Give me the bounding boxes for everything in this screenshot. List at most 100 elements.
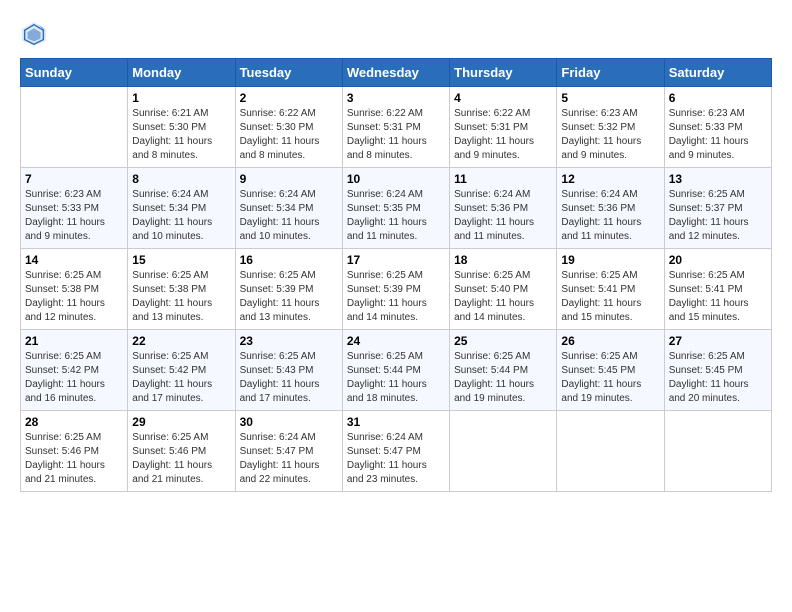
sunrise: Sunrise: 6:25 AM xyxy=(561,350,659,364)
calendar-cell xyxy=(450,411,557,492)
day-number: 18 xyxy=(454,253,552,267)
daylight: Daylight: 11 hours and 9 minutes. xyxy=(454,135,552,163)
sunrise: Sunrise: 6:23 AM xyxy=(25,188,123,202)
daylight: Daylight: 11 hours and 8 minutes. xyxy=(132,135,230,163)
day-number: 30 xyxy=(240,415,338,429)
day-info: Sunrise: 6:25 AM Sunset: 5:46 PM Dayligh… xyxy=(132,431,230,487)
calendar-cell: 17 Sunrise: 6:25 AM Sunset: 5:39 PM Dayl… xyxy=(342,249,449,330)
day-info: Sunrise: 6:24 AM Sunset: 5:36 PM Dayligh… xyxy=(454,188,552,244)
day-number: 11 xyxy=(454,172,552,186)
day-number: 25 xyxy=(454,334,552,348)
day-info: Sunrise: 6:24 AM Sunset: 5:35 PM Dayligh… xyxy=(347,188,445,244)
sunrise: Sunrise: 6:25 AM xyxy=(25,350,123,364)
sunrise: Sunrise: 6:25 AM xyxy=(25,269,123,283)
sunrise: Sunrise: 6:24 AM xyxy=(132,188,230,202)
logo-icon xyxy=(20,20,48,48)
sunrise: Sunrise: 6:25 AM xyxy=(240,350,338,364)
day-info: Sunrise: 6:25 AM Sunset: 5:39 PM Dayligh… xyxy=(240,269,338,325)
daylight: Daylight: 11 hours and 13 minutes. xyxy=(132,297,230,325)
sunset: Sunset: 5:35 PM xyxy=(347,202,445,216)
sunrise: Sunrise: 6:24 AM xyxy=(240,188,338,202)
day-number: 10 xyxy=(347,172,445,186)
calendar-cell xyxy=(21,87,128,168)
sunrise: Sunrise: 6:25 AM xyxy=(132,269,230,283)
sunrise: Sunrise: 6:25 AM xyxy=(669,269,767,283)
day-info: Sunrise: 6:21 AM Sunset: 5:30 PM Dayligh… xyxy=(132,107,230,163)
daylight: Daylight: 11 hours and 12 minutes. xyxy=(669,216,767,244)
calendar-week-row: 1 Sunrise: 6:21 AM Sunset: 5:30 PM Dayli… xyxy=(21,87,772,168)
sunset: Sunset: 5:45 PM xyxy=(561,364,659,378)
sunrise: Sunrise: 6:23 AM xyxy=(561,107,659,121)
sunset: Sunset: 5:47 PM xyxy=(347,445,445,459)
calendar-cell: 20 Sunrise: 6:25 AM Sunset: 5:41 PM Dayl… xyxy=(664,249,771,330)
day-number: 27 xyxy=(669,334,767,348)
day-info: Sunrise: 6:23 AM Sunset: 5:33 PM Dayligh… xyxy=(669,107,767,163)
sunrise: Sunrise: 6:25 AM xyxy=(132,431,230,445)
daylight: Daylight: 11 hours and 23 minutes. xyxy=(347,459,445,487)
sunset: Sunset: 5:46 PM xyxy=(25,445,123,459)
day-number: 29 xyxy=(132,415,230,429)
sunset: Sunset: 5:36 PM xyxy=(454,202,552,216)
day-info: Sunrise: 6:25 AM Sunset: 5:43 PM Dayligh… xyxy=(240,350,338,406)
sunset: Sunset: 5:30 PM xyxy=(132,121,230,135)
sunset: Sunset: 5:30 PM xyxy=(240,121,338,135)
day-info: Sunrise: 6:24 AM Sunset: 5:47 PM Dayligh… xyxy=(347,431,445,487)
calendar-cell: 13 Sunrise: 6:25 AM Sunset: 5:37 PM Dayl… xyxy=(664,168,771,249)
calendar-table: SundayMondayTuesdayWednesdayThursdayFrid… xyxy=(20,58,772,492)
calendar-cell: 5 Sunrise: 6:23 AM Sunset: 5:32 PM Dayli… xyxy=(557,87,664,168)
sunset: Sunset: 5:42 PM xyxy=(25,364,123,378)
sunrise: Sunrise: 6:24 AM xyxy=(240,431,338,445)
sunset: Sunset: 5:34 PM xyxy=(132,202,230,216)
daylight: Daylight: 11 hours and 12 minutes. xyxy=(25,297,123,325)
day-info: Sunrise: 6:25 AM Sunset: 5:42 PM Dayligh… xyxy=(25,350,123,406)
calendar-cell: 8 Sunrise: 6:24 AM Sunset: 5:34 PM Dayli… xyxy=(128,168,235,249)
sunrise: Sunrise: 6:25 AM xyxy=(669,188,767,202)
sunrise: Sunrise: 6:22 AM xyxy=(240,107,338,121)
weekday-header: Sunday xyxy=(21,59,128,87)
daylight: Daylight: 11 hours and 8 minutes. xyxy=(240,135,338,163)
calendar-cell: 30 Sunrise: 6:24 AM Sunset: 5:47 PM Dayl… xyxy=(235,411,342,492)
day-number: 8 xyxy=(132,172,230,186)
day-info: Sunrise: 6:25 AM Sunset: 5:42 PM Dayligh… xyxy=(132,350,230,406)
sunrise: Sunrise: 6:25 AM xyxy=(347,350,445,364)
daylight: Daylight: 11 hours and 14 minutes. xyxy=(454,297,552,325)
sunrise: Sunrise: 6:21 AM xyxy=(132,107,230,121)
day-number: 19 xyxy=(561,253,659,267)
calendar-cell: 24 Sunrise: 6:25 AM Sunset: 5:44 PM Dayl… xyxy=(342,330,449,411)
day-number: 23 xyxy=(240,334,338,348)
day-info: Sunrise: 6:24 AM Sunset: 5:47 PM Dayligh… xyxy=(240,431,338,487)
calendar-cell: 23 Sunrise: 6:25 AM Sunset: 5:43 PM Dayl… xyxy=(235,330,342,411)
day-number: 6 xyxy=(669,91,767,105)
calendar-cell: 16 Sunrise: 6:25 AM Sunset: 5:39 PM Dayl… xyxy=(235,249,342,330)
day-number: 26 xyxy=(561,334,659,348)
daylight: Daylight: 11 hours and 18 minutes. xyxy=(347,378,445,406)
sunset: Sunset: 5:43 PM xyxy=(240,364,338,378)
sunrise: Sunrise: 6:23 AM xyxy=(669,107,767,121)
daylight: Daylight: 11 hours and 11 minutes. xyxy=(561,216,659,244)
daylight: Daylight: 11 hours and 15 minutes. xyxy=(561,297,659,325)
calendar-week-row: 14 Sunrise: 6:25 AM Sunset: 5:38 PM Dayl… xyxy=(21,249,772,330)
sunset: Sunset: 5:33 PM xyxy=(25,202,123,216)
sunrise: Sunrise: 6:25 AM xyxy=(561,269,659,283)
day-number: 9 xyxy=(240,172,338,186)
daylight: Daylight: 11 hours and 21 minutes. xyxy=(25,459,123,487)
sunset: Sunset: 5:34 PM xyxy=(240,202,338,216)
day-number: 31 xyxy=(347,415,445,429)
day-number: 15 xyxy=(132,253,230,267)
daylight: Daylight: 11 hours and 21 minutes. xyxy=(132,459,230,487)
day-info: Sunrise: 6:25 AM Sunset: 5:38 PM Dayligh… xyxy=(132,269,230,325)
daylight: Daylight: 11 hours and 10 minutes. xyxy=(240,216,338,244)
sunset: Sunset: 5:41 PM xyxy=(561,283,659,297)
day-info: Sunrise: 6:24 AM Sunset: 5:34 PM Dayligh… xyxy=(132,188,230,244)
day-info: Sunrise: 6:22 AM Sunset: 5:31 PM Dayligh… xyxy=(454,107,552,163)
sunrise: Sunrise: 6:24 AM xyxy=(347,188,445,202)
day-number: 20 xyxy=(669,253,767,267)
calendar-cell: 1 Sunrise: 6:21 AM Sunset: 5:30 PM Dayli… xyxy=(128,87,235,168)
header xyxy=(20,20,772,48)
daylight: Daylight: 11 hours and 22 minutes. xyxy=(240,459,338,487)
calendar-cell: 22 Sunrise: 6:25 AM Sunset: 5:42 PM Dayl… xyxy=(128,330,235,411)
sunrise: Sunrise: 6:25 AM xyxy=(454,350,552,364)
day-info: Sunrise: 6:25 AM Sunset: 5:45 PM Dayligh… xyxy=(669,350,767,406)
calendar-body: 1 Sunrise: 6:21 AM Sunset: 5:30 PM Dayli… xyxy=(21,87,772,492)
sunset: Sunset: 5:36 PM xyxy=(561,202,659,216)
